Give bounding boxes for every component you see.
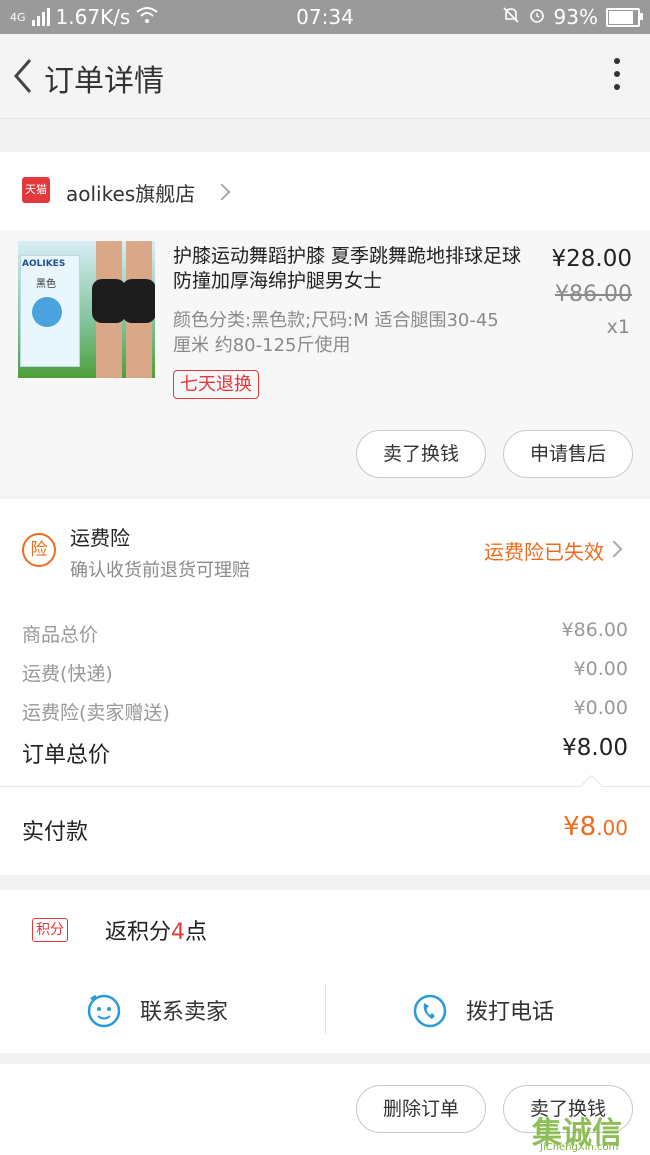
phone-icon bbox=[412, 993, 448, 1033]
product-kneepad-art bbox=[122, 279, 155, 323]
contact-seller-label[interactable]: 联系卖家 bbox=[140, 994, 228, 1026]
paid-amount-dec: .00 bbox=[596, 816, 628, 840]
battery-percent: 93% bbox=[553, 5, 598, 29]
product-quantity: x1 bbox=[606, 316, 630, 338]
order-total-value: ¥8.00 bbox=[562, 735, 628, 761]
back-icon[interactable] bbox=[10, 56, 34, 96]
page-title: 订单详情 bbox=[44, 64, 164, 99]
order-total-label: 订单总价 bbox=[22, 743, 111, 768]
insurance-title: 运费险 bbox=[70, 526, 130, 550]
points-badge: 积分 bbox=[32, 918, 68, 942]
divider bbox=[0, 786, 650, 787]
tmall-badge: 天猫 bbox=[22, 177, 50, 203]
product-original-price: ¥86.00 bbox=[555, 282, 632, 307]
insurance-icon: 险 bbox=[22, 533, 56, 567]
mute-icon bbox=[502, 5, 520, 29]
chat-face-icon bbox=[86, 993, 122, 1033]
product-price: ¥28.00 bbox=[551, 246, 632, 272]
paid-amount-int: ¥8 bbox=[563, 812, 597, 842]
alarm-icon bbox=[528, 5, 546, 29]
summary-label: 运费险(卖家赠送) bbox=[22, 702, 170, 724]
delete-order-button[interactable]: 删除订单 bbox=[356, 1085, 486, 1133]
sell-button[interactable]: 卖了换钱 bbox=[356, 430, 486, 478]
insurance-status-link[interactable]: 运费险已失效 bbox=[484, 536, 604, 565]
more-icon[interactable] bbox=[612, 58, 622, 94]
shop-name[interactable]: aolikes旗舰店 bbox=[66, 178, 195, 207]
product-image[interactable]: AOLIKES 黑色 bbox=[18, 241, 155, 378]
nav-bar: 订单详情 bbox=[0, 34, 650, 119]
points-count: 4 bbox=[171, 920, 186, 945]
summary-value: ¥0.00 bbox=[573, 658, 628, 680]
watermark-url: JiChengXin.com bbox=[540, 1142, 619, 1153]
battery-icon bbox=[606, 7, 643, 27]
paid-amount: ¥8.00 bbox=[563, 812, 628, 842]
summary-value: ¥86.00 bbox=[561, 619, 628, 641]
status-bar: 4G 1.67K/s 07:34 93% bbox=[0, 0, 650, 34]
return-policy-tag: 七天退换 bbox=[173, 370, 259, 399]
product-box-emblem bbox=[32, 297, 62, 327]
product-image-brand: AOLIKES bbox=[22, 259, 66, 269]
product-image-color: 黑色 bbox=[36, 279, 56, 290]
call-phone-label[interactable]: 拨打电话 bbox=[466, 994, 554, 1026]
paid-label: 实付款 bbox=[22, 820, 89, 845]
product-kneepad-art bbox=[92, 279, 126, 323]
summary-label: 运费(快递) bbox=[22, 663, 113, 685]
points-text: 返积分4点 bbox=[105, 914, 207, 946]
product-spec: 颜色分类:黑色款;尺码:M 适合腿围30-45厘米 约80-125斤使用 bbox=[173, 310, 499, 356]
summary-label: 商品总价 bbox=[22, 624, 99, 646]
product-title[interactable]: 护膝运动舞蹈护膝 夏季跳舞跪地排球足球防撞加厚海绵护腿男女士 bbox=[173, 244, 529, 294]
after-sale-button[interactable]: 申请售后 bbox=[503, 430, 633, 478]
summary-value: ¥0.00 bbox=[573, 697, 628, 719]
points-suffix: 点 bbox=[185, 920, 208, 945]
points-prefix: 返积分 bbox=[105, 920, 172, 945]
insurance-subtitle: 确认收货前退货可理赔 bbox=[70, 560, 250, 581]
